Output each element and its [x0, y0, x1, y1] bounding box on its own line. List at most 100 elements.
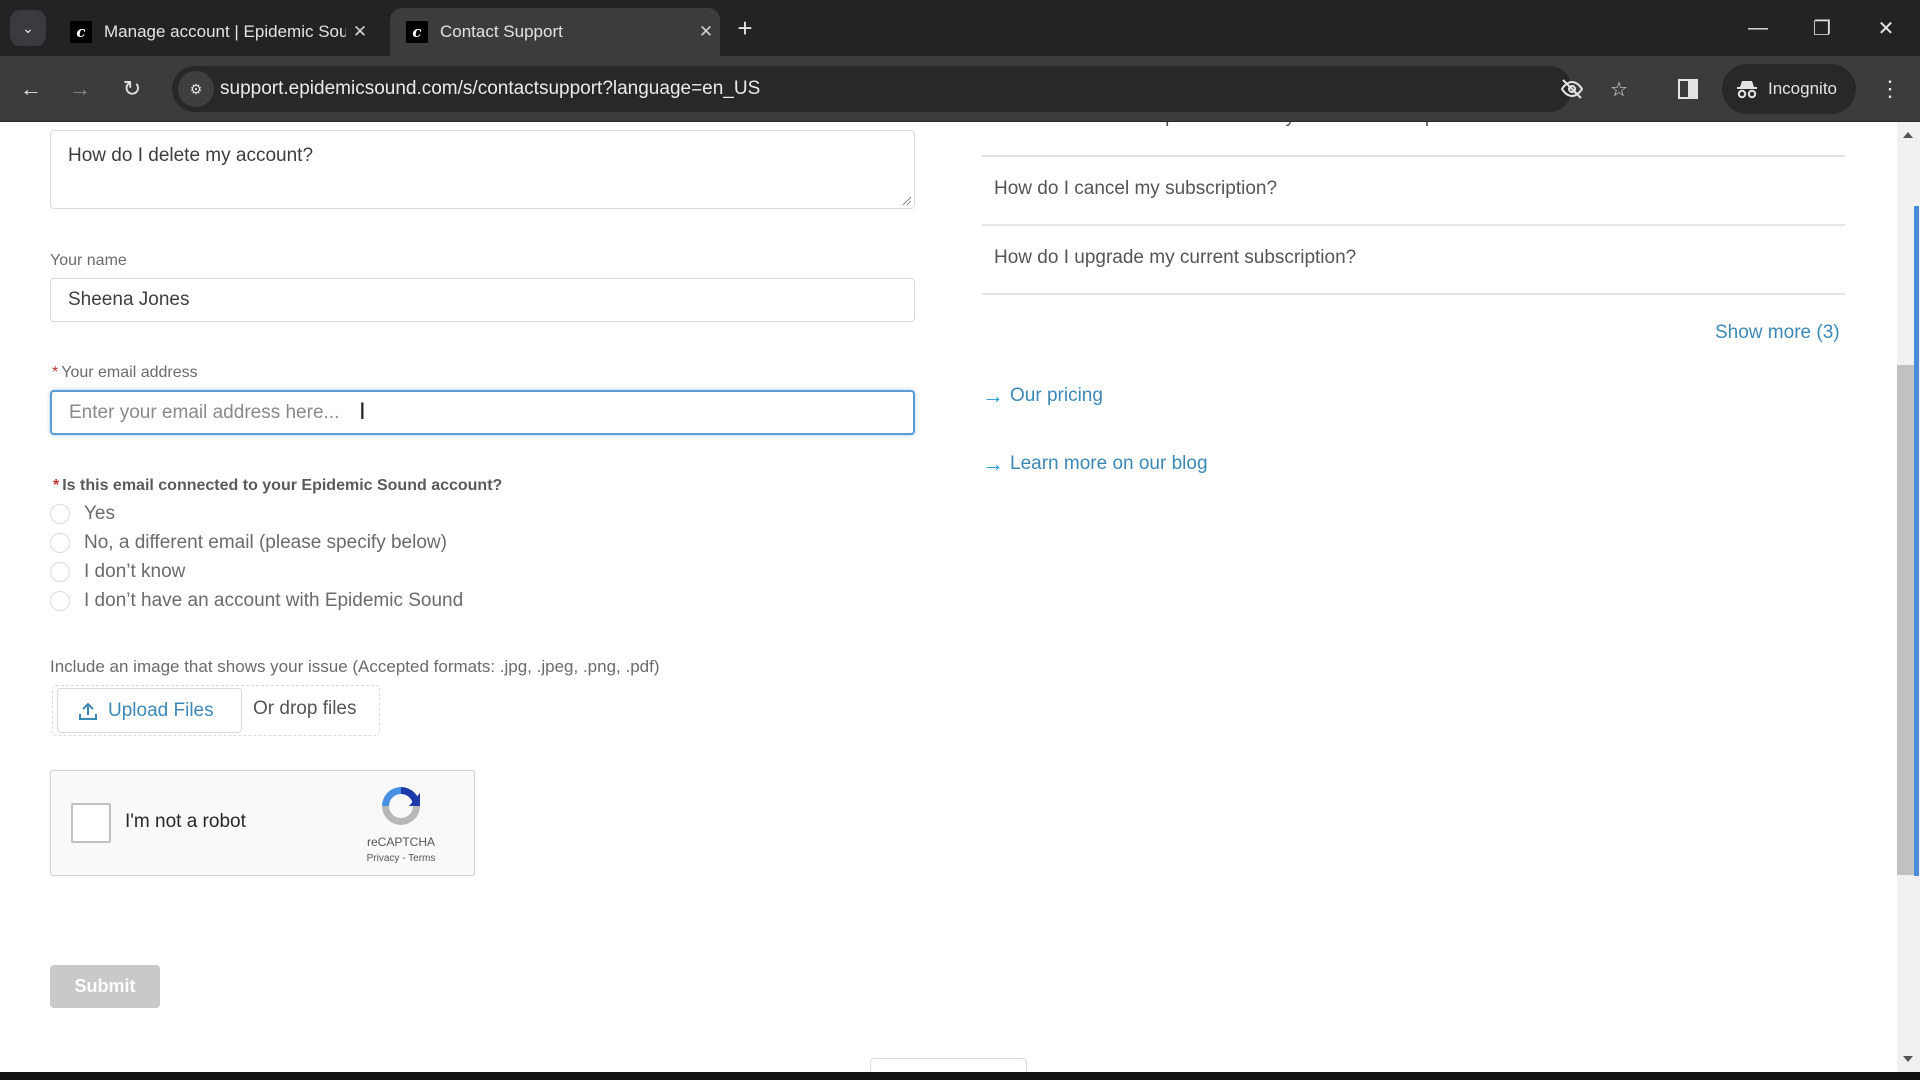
- upload-button-label: Upload Files: [108, 699, 214, 721]
- window-bottom-edge: [0, 1072, 1920, 1080]
- radio-label: I don’t know: [84, 561, 186, 582]
- scrollbar-thumb[interactable]: [1897, 365, 1914, 875]
- star-icon: ☆: [1610, 78, 1628, 101]
- minimize-icon: —: [1748, 16, 1768, 39]
- separator: -: [399, 853, 409, 864]
- chevron-down-icon: ⌄: [22, 19, 34, 36]
- arrow-right-icon: →: [982, 383, 1004, 408]
- upload-label: Include an image that shows your issue (…: [50, 657, 660, 676]
- radio-option-no-account[interactable]: I don’t have an account with Epidemic So…: [50, 588, 463, 614]
- recaptcha-brand: reCAPTCHA: [366, 835, 435, 849]
- close-tab-icon[interactable]: ✕: [692, 22, 720, 42]
- tab-title: Manage account | Epidemic Sou: [104, 22, 346, 41]
- show-more-link[interactable]: Show more (3): [1715, 322, 1840, 344]
- page-scrollbar[interactable]: [1897, 122, 1920, 1072]
- arrow-left-icon: ←: [20, 76, 42, 101]
- browser-toolbar: ← → ↻ ⚙ support.epidemicsound.com/s/cont…: [0, 56, 1920, 122]
- new-tab-button[interactable]: +: [730, 12, 760, 44]
- email-label: * Your email address: [52, 364, 198, 382]
- tab-manage-account[interactable]: c Manage account | Epidemic Sou ✕: [64, 8, 374, 56]
- radio-option-yes[interactable]: Yes: [50, 501, 115, 527]
- restore-button[interactable]: ❐: [1802, 8, 1842, 48]
- forward-button[interactable]: →: [60, 69, 100, 109]
- reload-button[interactable]: ↻: [112, 69, 152, 109]
- name-value: Sheena Jones: [68, 289, 190, 310]
- minimize-button[interactable]: —: [1738, 8, 1778, 48]
- question-text: Is this email connected to your Epidemic…: [62, 477, 503, 494]
- focus-edge-indicator: [1914, 206, 1919, 876]
- site-info-button[interactable]: ⚙: [178, 71, 214, 107]
- incognito-icon: [1737, 81, 1757, 99]
- account-connected-question: * Is this email connected to your Epidemi…: [53, 477, 502, 495]
- restore-icon: ❐: [1813, 17, 1831, 40]
- terms-link[interactable]: Terms: [408, 853, 435, 864]
- file-drop-zone[interactable]: Upload Files Or drop files: [52, 685, 380, 736]
- arrow-right-icon: →: [982, 451, 1004, 476]
- epidemic-sound-favicon-icon: c: [70, 21, 92, 43]
- feedback-tab[interactable]: [870, 1058, 1027, 1072]
- description-value: How do I delete my account?: [68, 145, 314, 166]
- upload-icon: [79, 702, 97, 720]
- radio-label: Yes: [84, 503, 115, 524]
- email-label-text: Your email address: [61, 364, 198, 381]
- faq-item[interactable]: How do I upgrade my current subscription…: [994, 247, 1356, 269]
- plus-icon: +: [737, 12, 753, 43]
- close-icon: ✕: [1877, 17, 1895, 40]
- incognito-profile-button[interactable]: Incognito: [1722, 64, 1856, 114]
- kebab-menu-icon: ⋮: [1879, 76, 1901, 101]
- required-mark: *: [53, 477, 60, 494]
- resize-handle-icon[interactable]: [900, 194, 912, 206]
- back-button[interactable]: ←: [11, 69, 51, 109]
- tracking-protection-button[interactable]: [1557, 74, 1587, 104]
- drop-files-text: Or drop files: [253, 698, 357, 719]
- blog-link[interactable]: → Learn more on our blog: [982, 451, 1208, 477]
- eye-off-icon: [1560, 79, 1584, 99]
- radio-button[interactable]: [50, 562, 70, 582]
- address-bar[interactable]: ⚙ support.epidemicsound.com/s/contactsup…: [172, 66, 1628, 112]
- link-label: Our pricing: [1010, 385, 1103, 406]
- faq-item[interactable]: How do I add social platforms to my curr…: [994, 122, 1477, 128]
- radio-button[interactable]: [50, 504, 70, 524]
- upload-files-button[interactable]: Upload Files: [57, 688, 242, 733]
- tab-list-button[interactable]: ⌄: [10, 10, 46, 46]
- radio-option-dont-know[interactable]: I don’t know: [50, 559, 185, 585]
- scroll-up-arrow-icon[interactable]: [1903, 132, 1913, 138]
- contact-support-page: How do I delete my account? Your name Sh…: [0, 122, 1897, 1072]
- description-textarea[interactable]: How do I delete my account?: [50, 130, 915, 209]
- browser-menu-button[interactable]: ⋮: [1870, 69, 1910, 109]
- divider: [982, 224, 1845, 226]
- side-panel-icon: [1678, 79, 1698, 99]
- close-window-button[interactable]: ✕: [1866, 8, 1906, 48]
- email-input[interactable]: Enter your email address here... I: [50, 390, 915, 435]
- radio-button[interactable]: [50, 533, 70, 553]
- radio-button[interactable]: [50, 591, 70, 611]
- radio-option-different-email[interactable]: No, a different email (please specify be…: [50, 530, 447, 556]
- scroll-down-arrow-icon[interactable]: [1903, 1056, 1913, 1062]
- name-label: Your name: [50, 252, 127, 269]
- tab-contact-support[interactable]: c Contact Support ✕: [390, 8, 720, 56]
- url-text[interactable]: support.epidemicsound.com/s/contactsuppo…: [220, 66, 760, 112]
- submit-button[interactable]: Submit: [50, 965, 160, 1008]
- tab-title: Contact Support: [440, 22, 563, 41]
- recaptcha-checkbox[interactable]: [71, 803, 111, 843]
- arrow-right-icon: →: [69, 76, 91, 101]
- epidemic-sound-favicon-icon: c: [406, 21, 428, 43]
- link-label: Learn more on our blog: [1010, 453, 1208, 474]
- required-mark: *: [52, 364, 59, 381]
- our-pricing-link[interactable]: → Our pricing: [982, 383, 1103, 409]
- faq-item[interactable]: How do I cancel my subscription?: [994, 178, 1277, 200]
- side-panel-button[interactable]: [1673, 74, 1703, 104]
- privacy-link[interactable]: Privacy: [367, 853, 400, 864]
- text-cursor-icon: I: [359, 398, 366, 425]
- name-input[interactable]: Sheena Jones: [50, 278, 915, 322]
- close-tab-icon[interactable]: ✕: [346, 22, 374, 42]
- bookmark-button[interactable]: ☆: [1604, 74, 1634, 104]
- profile-label: Incognito: [1768, 79, 1837, 98]
- tune-icon: ⚙: [189, 80, 203, 97]
- email-placeholder: Enter your email address here...: [69, 402, 340, 423]
- divider: [982, 293, 1845, 295]
- tab-strip: ⌄ c Manage account | Epidemic Sou ✕ c Co…: [0, 0, 1920, 56]
- recaptcha-links: Privacy - Terms: [341, 853, 461, 864]
- radio-label: No, a different email (please specify be…: [84, 532, 447, 553]
- recaptcha-widget: I'm not a robot reCAPTCHA Privacy - Term…: [50, 770, 475, 876]
